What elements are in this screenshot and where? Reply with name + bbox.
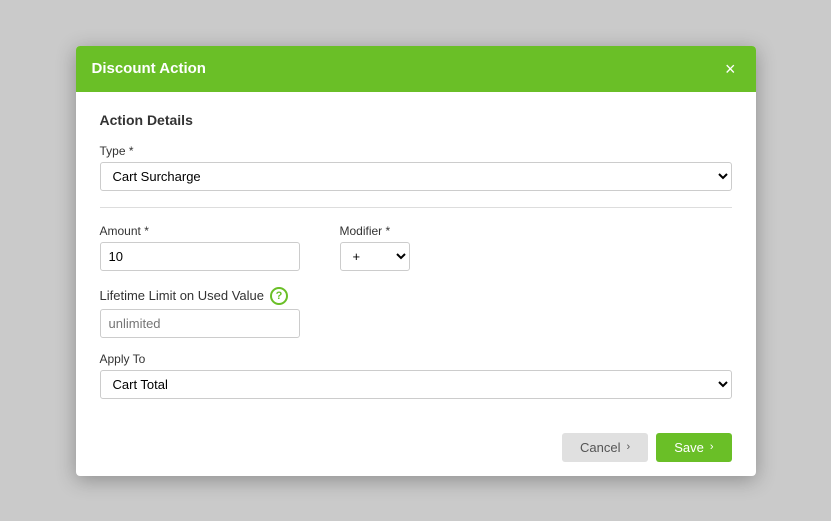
cancel-arrow-icon: ›: [627, 441, 631, 453]
modifier-select[interactable]: + - %: [340, 242, 410, 271]
save-label: Save: [674, 440, 704, 455]
modifier-field-group: Modifier * + - %: [340, 224, 410, 271]
modifier-label: Modifier *: [340, 224, 410, 238]
section-title: Action Details: [100, 112, 732, 128]
amount-label: Amount *: [100, 224, 300, 238]
modal-title: Discount Action: [92, 60, 206, 77]
cancel-button[interactable]: Cancel ›: [562, 433, 648, 462]
amount-field-group: Amount *: [100, 224, 300, 271]
modal-body: Action Details Type * Cart Surcharge Dis…: [76, 92, 756, 419]
lifetime-input[interactable]: [100, 309, 300, 338]
lifetime-help-icon[interactable]: ?: [270, 287, 288, 305]
type-label: Type *: [100, 144, 732, 158]
lifetime-field-group: Lifetime Limit on Used Value ?: [100, 287, 732, 338]
amount-modifier-row: Amount * Modifier * + - %: [100, 224, 732, 271]
type-select[interactable]: Cart Surcharge Discount Fixed Price: [100, 162, 732, 191]
save-arrow-icon: ›: [710, 441, 714, 453]
apply-to-field-group: Apply To Cart Total Line Item Order: [100, 352, 732, 399]
modal-footer: Cancel › Save ›: [76, 419, 756, 476]
lifetime-label-row: Lifetime Limit on Used Value ?: [100, 287, 732, 305]
modal-overlay: Discount Action × Action Details Type * …: [0, 0, 831, 521]
discount-action-modal: Discount Action × Action Details Type * …: [76, 46, 756, 476]
modal-header: Discount Action ×: [76, 46, 756, 92]
lifetime-label: Lifetime Limit on Used Value: [100, 288, 265, 303]
modal-close-button[interactable]: ×: [721, 58, 740, 80]
cancel-label: Cancel: [580, 440, 620, 455]
apply-to-label: Apply To: [100, 352, 732, 366]
form-divider: [100, 207, 732, 208]
apply-to-select[interactable]: Cart Total Line Item Order: [100, 370, 732, 399]
save-button[interactable]: Save ›: [656, 433, 731, 462]
type-field-group: Type * Cart Surcharge Discount Fixed Pri…: [100, 144, 732, 191]
amount-input[interactable]: [100, 242, 300, 271]
